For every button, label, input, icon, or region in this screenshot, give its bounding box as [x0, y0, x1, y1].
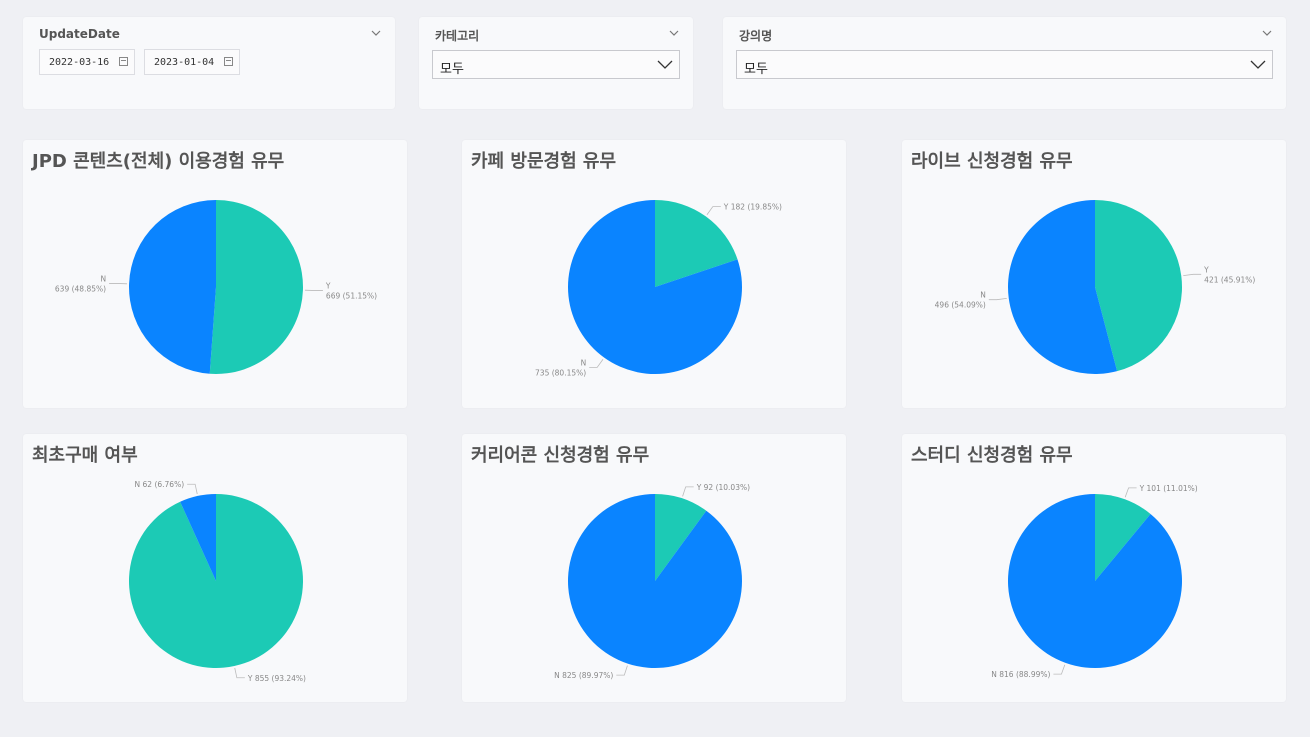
end-date-input[interactable]: 2023-01-04 — [144, 49, 240, 75]
start-date-input[interactable]: 2022-03-16 — [39, 49, 135, 75]
course-dropdown-value: 모두 — [744, 62, 768, 77]
pie-slice-n[interactable] — [568, 494, 742, 668]
data-label-n: N 735 (80.15%) — [535, 358, 586, 377]
leader-line — [1183, 273, 1202, 276]
leader-line — [616, 665, 628, 676]
chevron-down-icon[interactable] — [371, 27, 381, 40]
category-slicer-label: 카테고리 — [435, 29, 480, 43]
calendar-icon[interactable] — [224, 57, 233, 66]
date-slicer-label: UpdateDate — [39, 27, 120, 41]
data-label-n: N 639 (48.85%) — [55, 274, 106, 293]
category-dropdown[interactable]: 모두 — [432, 50, 680, 79]
data-label-y: Y 421 (45.91%) — [1203, 265, 1255, 284]
pie-chart: Y 182 (19.85%) N 735 (80.15%) — [535, 200, 782, 377]
end-date-value: 2023-01-04 — [154, 57, 215, 68]
pie-slice-n[interactable] — [1008, 494, 1182, 668]
data-label-n: N 496 (54.09%) — [935, 291, 986, 310]
pie-chart-card: 최초구매 여부 Y 855 (93.24%) N 62 (6.76%) — [23, 434, 407, 702]
leader-line — [234, 667, 245, 679]
dropdown-chevron-icon[interactable] — [657, 57, 673, 76]
course-dropdown[interactable]: 모두 — [736, 50, 1273, 79]
leader-line — [1053, 664, 1066, 675]
pie-chart: Y 101 (11.01%) N 816 (88.99%) — [991, 484, 1198, 679]
data-label-n: N 62 (6.76%) — [135, 480, 185, 489]
category-slicer: 카테고리 모두 — [419, 17, 693, 109]
start-date-value: 2022-03-16 — [49, 57, 110, 68]
leader-line — [988, 298, 1007, 301]
chevron-down-icon[interactable] — [1262, 27, 1272, 40]
data-label-y: Y 182 (19.85%) — [723, 203, 782, 212]
pie-chart-card: 스터디 신청경험 유무 Y 101 (11.01%) N 816 (88.99%) — [902, 434, 1286, 702]
course-slicer-label: 강의명 — [739, 29, 773, 43]
course-slicer: 강의명 모두 — [723, 17, 1286, 109]
pie-chart: Y 421 (45.91%) N 496 (54.09%) — [935, 200, 1255, 374]
leader-line — [589, 359, 604, 368]
calendar-icon[interactable] — [119, 57, 128, 66]
pie-chart: Y 855 (93.24%) N 62 (6.76%) — [129, 480, 306, 683]
pie-chart-card: JPD 콘텐츠(전체) 이용경험 유무 Y 669 (51.15%) N 639 (4… — [23, 140, 407, 408]
pie-chart-card: 카페 방문경험 유무 Y 182 (19.85%) N 735 (80.15%) — [462, 140, 846, 408]
leader-line — [187, 483, 198, 495]
date-slicer: UpdateDate 2022-03-16 2023-01-04 — [23, 17, 395, 109]
chevron-down-icon[interactable] — [669, 27, 679, 40]
data-label-n: N 816 (88.99%) — [991, 670, 1050, 679]
pie-chart-card: 라이브 신청경험 유무 Y 421 (45.91%) N 496 (54.09%) — [902, 140, 1286, 408]
pie-chart-card: 커리어콘 신청경험 유무 Y 92 (10.03%) N 825 (89.97%) — [462, 434, 846, 702]
category-dropdown-value: 모두 — [440, 62, 464, 77]
dropdown-chevron-icon[interactable] — [1250, 57, 1266, 76]
leader-line — [682, 486, 694, 497]
data-label-y: Y 669 (51.15%) — [325, 282, 377, 301]
data-label-y: Y 92 (10.03%) — [696, 483, 750, 492]
data-label-n: N 825 (89.97%) — [554, 671, 613, 680]
data-label-y: Y 855 (93.24%) — [247, 674, 306, 683]
leader-line — [706, 206, 721, 215]
pie-chart: Y 92 (10.03%) N 825 (89.97%) — [554, 483, 750, 680]
data-label-y: Y 101 (11.01%) — [1139, 484, 1198, 493]
pie-chart: Y 669 (51.15%) N 639 (48.85%) — [55, 200, 377, 374]
pie-slice-y[interactable] — [209, 200, 304, 374]
pie-slice-n[interactable] — [129, 200, 216, 374]
leader-line — [1124, 487, 1137, 498]
